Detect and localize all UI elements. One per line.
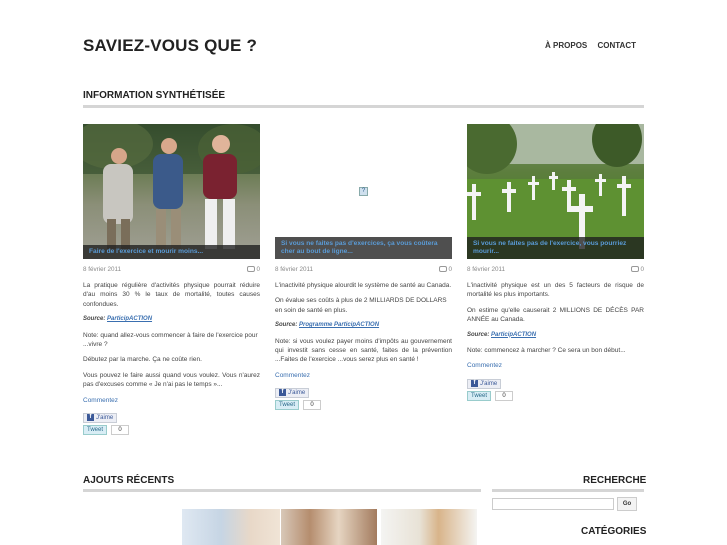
- comment-bubble-icon: [247, 266, 256, 273]
- tweet-button[interactable]: Tweet: [83, 425, 108, 436]
- post-source: Source: ParticipACTION: [83, 315, 260, 324]
- comment-count[interactable]: 0: [247, 265, 260, 274]
- search-title: RECHERCHE: [583, 475, 647, 486]
- post-paragraph: L'inactivité physique est un des 5 facte…: [467, 282, 644, 299]
- post-meta: 8 février 2011 0: [83, 265, 260, 275]
- source-label: Source:: [275, 322, 298, 329]
- post-caption[interactable]: Si vous ne faites pas de l'exercice, vou…: [467, 237, 644, 259]
- post-date: 8 février 2011: [83, 266, 122, 273]
- post-date: 8 février 2011: [275, 266, 314, 273]
- post-card: Faire de l'exercice et mourir moins... 8…: [83, 124, 260, 436]
- tweet-count: 0: [495, 390, 514, 401]
- post-thumbnail[interactable]: Si vous ne faites pas de l'exercice, vou…: [467, 124, 644, 259]
- post-paragraph: La pratique régulière d'activités physiq…: [83, 282, 260, 308]
- facebook-like-button[interactable]: f J'aime: [83, 413, 118, 424]
- source-link[interactable]: Programme ParticipACTION: [299, 322, 379, 328]
- facebook-icon: f: [471, 379, 478, 387]
- post-paragraph: On estime qu'elle causerait 2 MILLIONS D…: [467, 306, 644, 324]
- comment-count-value: 0: [640, 266, 644, 273]
- post-paragraph: On évalue ses coûts à plus de 2 MILLIARD…: [275, 297, 447, 314]
- top-nav: À PROPOS CONTACT: [537, 41, 636, 50]
- post-caption[interactable]: Si vous ne faites pas d'exercices, ça vo…: [275, 237, 452, 259]
- recent-divider: [83, 489, 481, 492]
- tweet-button[interactable]: Tweet: [275, 400, 300, 411]
- post-caption[interactable]: Faire de l'exercice et mourir moins...: [83, 245, 260, 259]
- facebook-like-button[interactable]: f J'aime: [467, 378, 502, 389]
- post-paragraph: L'inactivité physique alourdit le systèm…: [275, 282, 452, 289]
- tweet-count: 0: [111, 425, 130, 436]
- post-date: 8 février 2011: [467, 266, 506, 273]
- recent-post-thumbnail[interactable]: [182, 509, 280, 545]
- comment-count-value: 0: [256, 266, 260, 273]
- post-card: ? Si vous ne faites pas d'exercices, ça …: [275, 124, 452, 411]
- recent-post-thumbnail[interactable]: [381, 509, 477, 545]
- tweet-button[interactable]: Tweet: [467, 390, 492, 401]
- post-paragraph: Débutez par la marche. Ça ne coûte rien.: [83, 356, 202, 364]
- nav-about[interactable]: À PROPOS: [545, 41, 587, 50]
- post-source: Source: Programme ParticipACTION: [275, 321, 452, 330]
- nav-contact[interactable]: CONTACT: [597, 41, 636, 50]
- post-meta: 8 février 2011 0: [467, 265, 644, 275]
- recent-post-thumbnail[interactable]: [281, 509, 377, 545]
- post-source: Source: ParticipACTION: [467, 331, 644, 340]
- source-label: Source:: [83, 316, 106, 323]
- comment-link[interactable]: Commentez: [467, 362, 502, 369]
- post-thumbnail[interactable]: Faire de l'exercice et mourir moins...: [83, 124, 260, 259]
- post-meta: 8 février 2011 0: [275, 265, 452, 275]
- facebook-icon: f: [87, 414, 94, 422]
- like-label: J'aime: [480, 380, 498, 387]
- post-paragraph: Vous pouvez le faire aussi quand vous vo…: [83, 371, 260, 389]
- source-link[interactable]: ParticipACTION: [107, 316, 152, 322]
- recent-title: AJOUTS RÉCENTS: [83, 475, 175, 486]
- facebook-like-button[interactable]: f J'aime: [275, 388, 310, 399]
- post-paragraph: Note: commencez à marcher ? Ce sera un b…: [467, 347, 626, 355]
- site-header: SAVIEZ-VOUS QUE ? À PROPOS CONTACT: [83, 36, 644, 56]
- social-buttons: f J'aime Tweet 0: [275, 388, 452, 411]
- section-divider: [83, 105, 644, 108]
- post-paragraph: Note: quand allez-vous commencer à faire…: [83, 331, 258, 349]
- source-label: Source:: [467, 331, 490, 338]
- tweet-count: 0: [303, 400, 322, 411]
- like-label: J'aime: [288, 390, 306, 397]
- site-title[interactable]: SAVIEZ-VOUS QUE ?: [83, 36, 257, 56]
- section-title: INFORMATION SYNTHÉTISÉE: [83, 90, 226, 101]
- comment-link[interactable]: Commentez: [275, 372, 310, 379]
- post-thumbnail[interactable]: ? Si vous ne faites pas d'exercices, ça …: [275, 124, 452, 259]
- search-input[interactable]: [492, 498, 614, 510]
- social-buttons: f J'aime Tweet 0: [467, 378, 644, 401]
- walking-seniors-photo: [83, 124, 260, 249]
- categories-title: CATÉGORIES: [581, 526, 647, 537]
- comment-count[interactable]: 0: [439, 265, 452, 274]
- source-link[interactable]: ParticipACTION: [491, 332, 536, 338]
- search-go-button[interactable]: Go: [617, 497, 637, 511]
- broken-image-icon: ?: [359, 187, 368, 196]
- comment-bubble-icon: [439, 266, 448, 273]
- like-label: J'aime: [96, 415, 114, 422]
- comment-link[interactable]: Commentez: [83, 397, 118, 404]
- comment-count[interactable]: 0: [631, 265, 644, 274]
- sidebar-divider: [492, 489, 644, 492]
- post-paragraph: Note: si vous voulez payer moins d'impôt…: [275, 337, 452, 364]
- comment-count-value: 0: [448, 266, 452, 273]
- facebook-icon: f: [279, 389, 286, 397]
- comment-bubble-icon: [631, 266, 640, 273]
- post-card: Si vous ne faites pas de l'exercice, vou…: [467, 124, 644, 401]
- social-buttons: f J'aime Tweet 0: [83, 413, 260, 436]
